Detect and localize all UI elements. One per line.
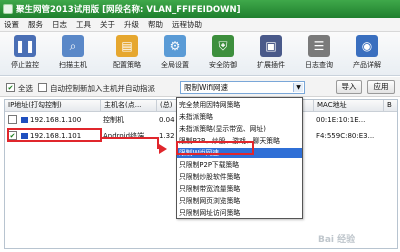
- dropdown-option[interactable]: 未指派策略: [177, 112, 302, 122]
- main-toolbar: ❚❚ 停止监控 ⌕ 扫描主机 ▤ 配置策略 ⚙ 全局设置 ⛨ 安全防御 ▣ 扩展…: [0, 32, 400, 76]
- row-checkbox[interactable]: [8, 115, 17, 124]
- policy-dropdown-value: 限制Wifi网速: [184, 83, 229, 92]
- row-host: 控制机: [103, 116, 124, 124]
- column-header-ip[interactable]: IP地址(打勾控制): [5, 100, 101, 112]
- window-title: 聚生网管2013试用版 [网段名称: VLAN_FFIFEIDOWN]: [16, 5, 241, 15]
- menu-tools[interactable]: 工具: [76, 19, 91, 30]
- menu-settings[interactable]: 设置: [4, 19, 19, 30]
- auto-control-label: 自动控制新加入主机并自动指派: [50, 84, 155, 93]
- select-all-checkbox[interactable]: ✔: [6, 83, 15, 92]
- select-all-label: 全选: [18, 84, 33, 93]
- product-detail-button[interactable]: ◉ 产品详解: [346, 32, 388, 75]
- global-settings-button[interactable]: ⚙ 全局设置: [154, 32, 196, 75]
- dropdown-option[interactable]: 只限制网址访问策略: [177, 208, 302, 218]
- extension-plugin-button[interactable]: ▣ 扩展插件: [250, 32, 292, 75]
- annotation-arrow-head: [159, 144, 167, 154]
- row-host: Android终端: [103, 132, 145, 140]
- config-policy-button[interactable]: ▤ 配置策略: [106, 32, 148, 75]
- dropdown-option[interactable]: 未指派策略(显示带宽、网址): [177, 124, 302, 134]
- scan-host-icon: ⌕: [62, 35, 84, 57]
- menu-remote-assist[interactable]: 远程协助: [172, 19, 202, 30]
- auto-control-checkbox[interactable]: [38, 83, 47, 92]
- plugin-icon: ▣: [260, 35, 282, 57]
- policy-dropdown[interactable]: 限制Wifi网速 ▼: [180, 81, 305, 94]
- product-icon: ◉: [356, 35, 378, 57]
- annotation-highlight-option: [176, 141, 254, 155]
- annotation-arrow: [102, 137, 158, 139]
- title-bar: 聚生网管2013试用版 [网段名称: VLAN_FFIFEIDOWN]: [0, 0, 400, 18]
- dropdown-option[interactable]: 只限制炒股软件策略: [177, 172, 302, 182]
- import-button[interactable]: 导入: [336, 80, 362, 94]
- menu-bar: 设置 服务 日志 工具 关于 升级 帮助 远程协助: [0, 18, 400, 32]
- dropdown-option[interactable]: 完全禁用因特网策略: [177, 100, 302, 110]
- apply-button[interactable]: 应用: [367, 80, 395, 94]
- annotation-highlight-row: [7, 128, 102, 142]
- pause-icon: ❚❚: [14, 35, 36, 57]
- dropdown-option[interactable]: 只限制网页浏览策略: [177, 196, 302, 206]
- row-ip: 192.168.1.100: [19, 114, 101, 126]
- stop-monitor-button[interactable]: ❚❚ 停止监控: [4, 32, 46, 75]
- security-defense-button[interactable]: ⛨ 安全防御: [202, 32, 244, 75]
- dropdown-option[interactable]: 只限制带宽流量策略: [177, 184, 302, 194]
- policy-dropdown-list: 完全禁用因特网策略 未指派策略 未指派策略(显示带宽、网址) 限制P2P、炒股、…: [176, 97, 303, 219]
- row-mac: 00:1E:10:1E...: [316, 116, 366, 124]
- global-settings-icon: ⚙: [164, 35, 186, 57]
- column-header-b[interactable]: B: [384, 100, 397, 112]
- column-header-mac[interactable]: MAC地址: [314, 100, 384, 112]
- log-query-button[interactable]: ☰ 日志查询: [298, 32, 340, 75]
- dropdown-option[interactable]: 只限制P2P下载策略: [177, 160, 302, 170]
- log-icon: ☰: [308, 35, 330, 57]
- chevron-down-icon[interactable]: ▼: [293, 83, 303, 92]
- column-header-host[interactable]: 主机名(点...: [101, 100, 157, 112]
- menu-help[interactable]: 帮助: [148, 19, 163, 30]
- config-policy-icon: ▤: [116, 35, 138, 57]
- row-mac: F4:559C:80:E3...: [316, 132, 375, 140]
- menu-service[interactable]: 服务: [28, 19, 43, 30]
- menu-about[interactable]: 关于: [100, 19, 115, 30]
- menu-log[interactable]: 日志: [52, 19, 67, 30]
- menu-upgrade[interactable]: 升级: [124, 19, 139, 30]
- shield-icon: ⛨: [212, 35, 234, 57]
- watermark: Bai 经验: [318, 235, 356, 245]
- computer-icon: [21, 117, 28, 123]
- scan-host-button[interactable]: ⌕ 扫描主机: [52, 32, 94, 75]
- app-logo-icon: [3, 4, 13, 14]
